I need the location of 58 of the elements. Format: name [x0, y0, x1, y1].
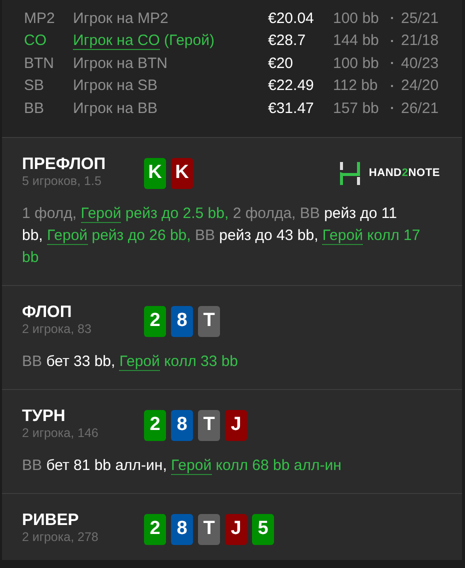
playing-card: K	[171, 158, 193, 188]
hero-link[interactable]: Герой	[80, 204, 122, 222]
player-position: SB	[24, 77, 44, 94]
player-link[interactable]: Игрок на CO	[73, 32, 160, 50]
playing-card: 5	[252, 514, 274, 544]
player-stack: €22.49	[268, 77, 314, 94]
playing-card: T	[198, 306, 220, 336]
player-position: BTN	[24, 54, 54, 72]
street-title: ПРЕФЛОП	[22, 154, 107, 174]
street-info: 5 игроков, 1.5	[22, 174, 102, 188]
hero-label: (Герой)	[164, 32, 214, 50]
action-text: BB бет 81 bb алл-ин, Герой колл 68 bb алл-ин	[22, 456, 342, 476]
action-text: BB бет 33 bb, Герой колл 33 bb	[22, 352, 240, 372]
player-position: BB	[24, 100, 44, 117]
player-stats: 40/23	[401, 54, 439, 72]
playing-card: 8	[171, 514, 193, 544]
hero-link[interactable]: Герой	[322, 226, 363, 244]
stack-bb: 100 bb	[333, 10, 379, 27]
player-stack: €20.04	[268, 10, 314, 27]
player-stats: 21/18	[401, 32, 439, 50]
hero-link[interactable]: Герой	[119, 352, 160, 370]
playing-card: 8	[171, 306, 193, 336]
player-name: Игрок на SB	[73, 77, 158, 94]
street-title: РИВЕР	[22, 510, 80, 530]
playing-card: 8	[171, 410, 193, 440]
player-name: Игрок на MP2	[73, 10, 168, 27]
hero-link[interactable]: Герой	[47, 226, 88, 244]
stack-bb: 157 bb	[333, 100, 379, 117]
playing-card: K	[144, 158, 166, 188]
street-info: 2 игрока, 278	[22, 530, 100, 544]
logo-icon	[338, 162, 361, 184]
stack-bb: 112 bb	[333, 77, 378, 94]
playing-card: T	[198, 410, 220, 440]
player-position: MP2	[24, 10, 55, 27]
player-stack: €20	[268, 54, 294, 72]
stack-bb: 144 bb	[333, 32, 379, 50]
player-stack: €31.47	[268, 100, 314, 117]
player-name: Игрок на BTN	[73, 54, 168, 72]
hero-link[interactable]: Герой	[171, 456, 212, 474]
playing-card: 2	[144, 410, 166, 440]
playing-card: J	[225, 410, 247, 440]
playing-card: 2	[144, 514, 166, 544]
street-info: 2 игрока, 83	[22, 322, 92, 336]
player-stats: 25/21	[401, 10, 439, 27]
playing-card: J	[225, 514, 247, 544]
playing-card: 2	[144, 306, 166, 336]
player-stats: 24/20	[401, 77, 439, 94]
stack-bb: 100 bb	[333, 54, 379, 72]
street-title: ТУРН	[22, 406, 66, 426]
logo-text: HAND2NOTE	[368, 167, 440, 179]
player-position: CO	[24, 32, 46, 50]
player-name: Игрок на BB	[73, 100, 158, 117]
player-stack: €28.7	[268, 32, 306, 50]
street-info: 2 игрока, 146	[22, 426, 100, 440]
street-title: ФЛОП	[22, 302, 73, 322]
action-text: 1 фолд, Герой рейз до 2.5 bb, 2 фолда, BB рейз до 11 bb, Герой рейз до 26 bb, BB рейз до 43 bb, Герой колл 17 bb	[22, 204, 422, 268]
playing-card: T	[198, 514, 220, 544]
player-stats: 26/21	[401, 100, 439, 117]
